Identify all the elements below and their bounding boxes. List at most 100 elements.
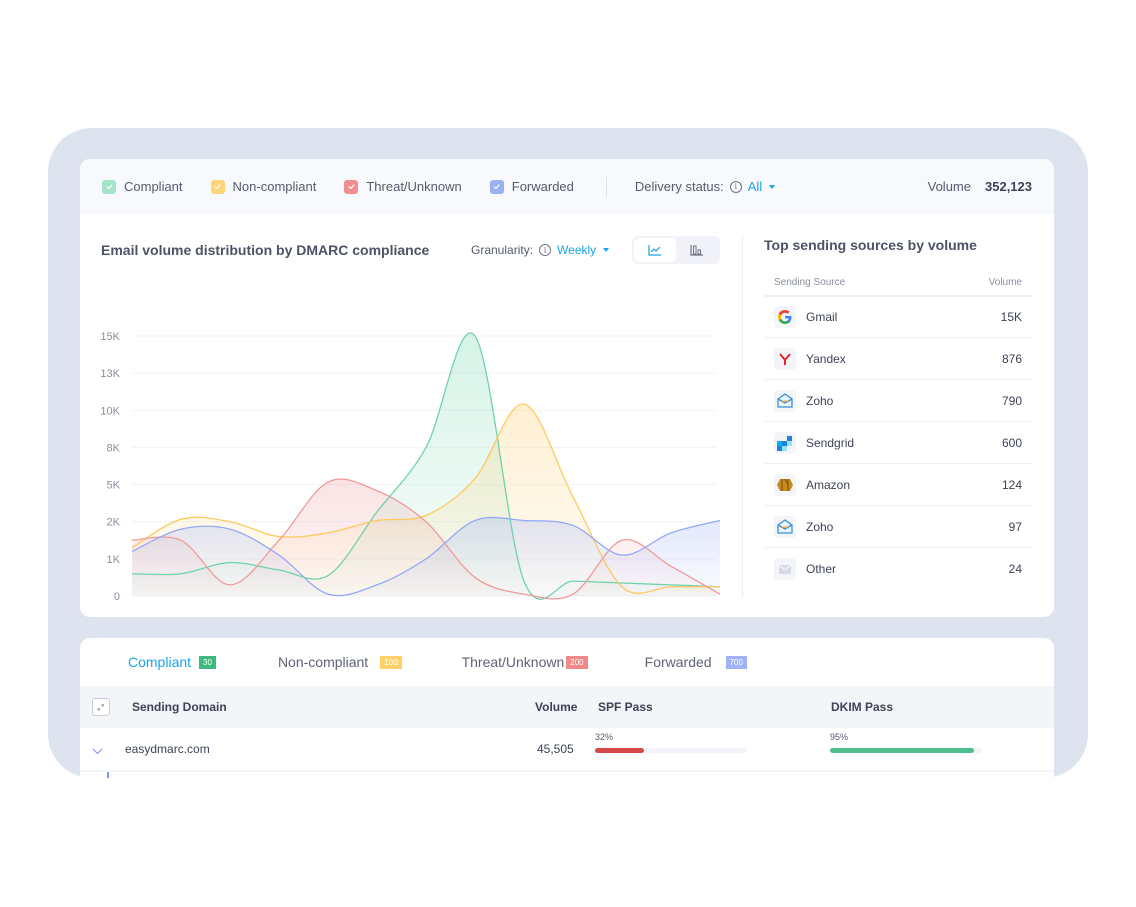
device-frame: Compliant Non-compliant Threat/Unknown F… — [48, 128, 1088, 778]
legend-label: Forwarded — [511, 179, 574, 194]
tab-forwarded[interactable]: Forwarded 700 — [645, 654, 747, 670]
line-chart-view-button[interactable] — [634, 238, 676, 262]
tree-connector — [107, 772, 109, 778]
chart-title: Email volume distribution by DMARC compl… — [101, 242, 430, 258]
expand-chevron-icon[interactable] — [92, 744, 103, 758]
checkbox-icon[interactable] — [210, 179, 225, 194]
source-name: Zoho — [806, 393, 834, 408]
source-volume: 600 — [1001, 435, 1022, 450]
col-dkim-pass[interactable]: DKIM Pass — [831, 700, 893, 714]
delivery-status-filter: Delivery status: i All — [634, 179, 776, 194]
y-tick-label: 15K — [100, 331, 120, 343]
legend-threat-unknown[interactable]: Threat/Unknown — [344, 179, 462, 194]
source-volume: 790 — [1001, 393, 1022, 408]
domain-name: easydmarc.com — [125, 742, 210, 756]
tab-label: Forwarded — [644, 654, 712, 670]
checkbox-icon[interactable] — [344, 179, 359, 194]
legend-label: Compliant — [124, 179, 183, 194]
legend-label: Non-compliant — [232, 179, 317, 194]
source-name: Other — [806, 561, 837, 576]
delivery-status-dropdown[interactable]: All — [747, 179, 776, 194]
source-volume: 15K — [1000, 310, 1022, 324]
sources-title: Top sending sources by volume — [764, 237, 977, 253]
source-name: Sendgrid — [806, 435, 855, 450]
bar-chart-icon — [690, 245, 703, 256]
source-volume: 876 — [1001, 351, 1022, 366]
legend-forwarded[interactable]: Forwarded — [489, 179, 574, 194]
granularity-value: Weekly — [557, 243, 597, 257]
legend-non-compliant[interactable]: Non-compliant — [210, 179, 317, 194]
source-row[interactable]: Zoho 790 — [764, 379, 1032, 421]
count-badge: 30 — [199, 655, 216, 669]
source-row[interactable]: Amazon 124 — [764, 463, 1032, 505]
checkbox-icon[interactable] — [489, 179, 504, 194]
domain-volume: 45,505 — [537, 742, 574, 756]
legend-label: Threat/Unknown — [366, 179, 462, 194]
y-tick-label: 5K — [107, 480, 121, 492]
caret-down-icon — [603, 248, 610, 252]
mail-icon — [774, 557, 796, 580]
top-sources-panel: Top sending sources by volume Sending So… — [764, 237, 1032, 589]
legend-compliant[interactable]: Compliant — [102, 179, 183, 194]
volume-area-chart: 01K2K5K8K10K13K15KNov 20Nov 21Nov 22Nov … — [100, 331, 721, 603]
tab-threat-unknown[interactable]: Threat/Unknown 200 — [462, 654, 588, 670]
col-sending-domain[interactable]: Sending Domain — [132, 700, 227, 714]
checkbox-icon[interactable] — [102, 179, 116, 194]
sendgrid-icon — [774, 431, 796, 454]
col-sending-source: Sending Source — [774, 277, 846, 288]
info-icon[interactable]: i — [729, 180, 742, 193]
source-row[interactable]: Sendgrid 600 — [764, 421, 1032, 463]
collapse-all-icon[interactable] — [92, 698, 110, 716]
granularity-filter: Granularity: i Weekly — [471, 243, 610, 257]
bar-chart-view-button[interactable] — [676, 238, 718, 262]
tab-non-compliant[interactable]: Non-compliant 100 — [278, 654, 402, 670]
y-tick-label: 10K — [100, 405, 120, 417]
source-volume: 97 — [1008, 519, 1022, 534]
tab-compliant[interactable]: Compliant 30 — [128, 654, 216, 670]
granularity-dropdown[interactable]: Weekly — [557, 243, 610, 257]
source-volume: 124 — [1001, 477, 1022, 492]
divider — [605, 176, 607, 197]
sources-header: Sending Source Volume — [764, 277, 1032, 295]
zoho-icon — [774, 515, 796, 538]
source-row[interactable]: Other 24 — [764, 547, 1032, 589]
info-icon[interactable]: i — [539, 244, 552, 256]
domains-card: Compliant 30 Non-compliant 100 Threat/Un… — [80, 638, 1054, 778]
compliance-card: Compliant Non-compliant Threat/Unknown F… — [80, 159, 1054, 617]
table-header: Sending Domain Volume SPF Pass DKIM Pass — [80, 686, 1054, 728]
source-name: Yandex — [806, 351, 846, 366]
chart-view-toggle — [632, 236, 720, 264]
line-chart-icon — [648, 245, 661, 256]
delivery-status-label: Delivery status: — [634, 179, 724, 194]
divider — [742, 236, 743, 598]
source-name: Gmail — [806, 310, 838, 324]
granularity-label: Granularity: — [471, 243, 534, 257]
compliance-tabs: Compliant 30 Non-compliant 100 Threat/Un… — [80, 638, 1054, 686]
spf-progress-bar — [595, 748, 747, 753]
volume-label: Volume — [927, 179, 971, 194]
y-tick-label: 0 — [114, 591, 120, 603]
col-volume[interactable]: Volume — [535, 700, 577, 714]
y-tick-label: 8K — [107, 442, 121, 454]
volume-value: 352,123 — [985, 179, 1032, 194]
source-name: Zoho — [806, 519, 834, 534]
caret-down-icon — [769, 184, 776, 189]
tab-label: Threat/Unknown — [461, 654, 565, 670]
dkim-percent: 95% — [830, 732, 849, 742]
col-spf-pass[interactable]: SPF Pass — [598, 700, 653, 714]
google-icon — [774, 306, 796, 328]
col-volume: Volume — [988, 277, 1022, 288]
source-row[interactable]: Yandex 876 — [764, 337, 1032, 379]
count-badge: 100 — [380, 655, 402, 669]
source-name: Amazon — [806, 477, 851, 492]
delivery-status-value: All — [747, 179, 763, 194]
count-badge: 200 — [566, 655, 588, 669]
spf-progress-fill — [595, 748, 644, 753]
y-tick-label: 1K — [107, 554, 121, 566]
dkim-progress-bar — [830, 748, 982, 753]
y-tick-label: 2K — [107, 517, 121, 529]
source-row[interactable]: Gmail 15K — [764, 295, 1032, 337]
table-row[interactable]: easydmarc.com 45,505 32% 95% — [80, 728, 1054, 772]
y-tick-label: 13K — [100, 368, 120, 380]
source-row[interactable]: Zoho 97 — [764, 505, 1032, 547]
